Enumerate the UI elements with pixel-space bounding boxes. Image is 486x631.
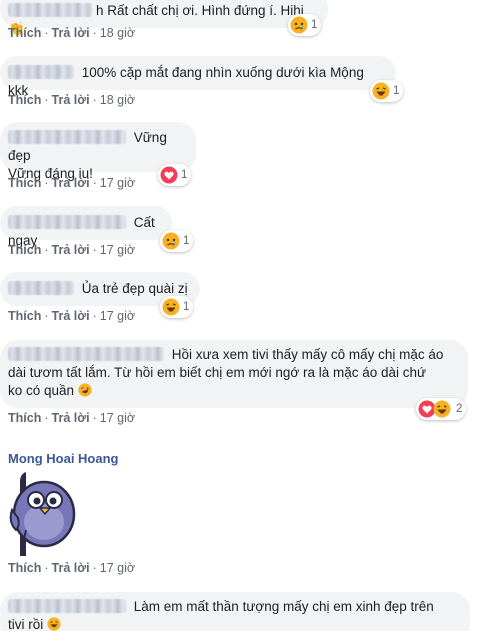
separator: · [44,561,49,575]
grin-emoji-icon [47,617,61,631]
comment-text-line3: ko có quần [8,383,75,398]
separator: · [92,309,97,323]
timestamp[interactable]: 17 giờ [100,176,135,190]
comment-text-line2: dài tươm tất lắm. Từ hồi em biết chị em … [8,365,427,380]
like-link[interactable]: Thích [8,411,41,425]
separator: · [92,26,97,40]
timestamp[interactable]: 18 giờ [100,93,135,107]
rofl-emoji-icon [78,383,92,397]
timestamp[interactable]: 17 giờ [100,309,135,323]
reaction-badge[interactable]: 2 [416,398,467,420]
comment-text-line1: Hồi xưa xem tivi thấy mấy cô mấy chị mặc… [171,347,444,362]
commenter-name[interactable]: Mong Hoai Hoang [8,451,119,466]
reaction-badge[interactable]: 1 [370,80,404,102]
comment-actions: Thích · Trả lời · 18 giờ [8,93,135,107]
timestamp[interactable]: 18 giờ [100,26,135,40]
comment-bubble: h Rất chất chị ơi. Hình đứng í. Hihi 👏 [0,0,328,36]
peeking-bird-sticker [6,470,76,558]
haha-emoji-icon [372,82,390,100]
reaction-badge[interactable]: 1 [160,230,194,252]
comment-bubble: Hồi xưa xem tivi thấy mấy cô mấy chị mặc… [0,340,468,408]
separator: · [92,243,97,257]
commenter-name-blurred[interactable] [8,599,126,613]
reply-link[interactable]: Trả lời [52,309,90,323]
separator: · [92,93,97,107]
reaction-count: 1 [183,235,190,247]
reply-link[interactable]: Trả lời [52,176,90,190]
love-emoji-icon [160,166,178,184]
comment-actions: Thích · Trả lời · 17 giờ [8,411,135,425]
reaction-badge[interactable]: 1 [288,14,322,36]
like-link[interactable]: Thích [8,26,41,40]
commenter-name-blurred[interactable] [8,3,92,17]
reply-link[interactable]: Trả lời [52,411,90,425]
like-link[interactable]: Thích [8,93,41,107]
commenter-name-tail[interactable]: h [96,3,104,18]
comment-actions: Thích · Trả lời · 18 giờ [8,26,135,40]
like-link[interactable]: Thích [8,309,41,323]
comment-bubble: Làm em mất thần tượng mấy chị em xinh đẹ… [0,592,470,631]
reply-link[interactable]: Trả lời [52,561,90,575]
reaction-count: 1 [183,301,190,313]
separator: · [44,93,49,107]
commenter-name-blurred[interactable] [8,65,74,79]
reaction-badge[interactable]: 1 [160,296,194,318]
like-link[interactable]: Thích [8,243,41,257]
like-link[interactable]: Thích [8,561,41,575]
reaction-count: 1 [311,19,318,31]
like-link[interactable]: Thích [8,176,41,190]
separator: · [92,411,97,425]
haha-emoji-icon [433,400,451,418]
reply-link[interactable]: Trả lời [52,26,90,40]
comment-text: Rất chất chị ơi. Hình đứng í. Hihi [107,3,304,18]
timestamp[interactable]: 17 giờ [100,243,135,257]
reply-link[interactable]: Trả lời [52,243,90,257]
reaction-count: 2 [456,403,463,415]
commenter-name-blurred[interactable] [8,215,126,229]
separator: · [44,176,49,190]
comment-actions: Thích · Trả lời · 17 giờ [8,176,135,190]
comment-actions: Thích · Trả lời · 17 giờ [8,243,135,257]
haha-emoji-icon [162,298,180,316]
comment-text-line1: Làm em mất thần tượng mấy chị em xinh đẹ… [133,599,434,614]
separator: · [44,309,49,323]
commenter-name-blurred[interactable] [8,130,126,144]
reaction-count: 1 [393,85,400,97]
comment-actions: Thích · Trả lời · 17 giờ [8,561,135,575]
separator: · [44,243,49,257]
separator: · [44,411,49,425]
separator: · [92,176,97,190]
reaction-count: 1 [181,169,188,181]
separator: · [92,561,97,575]
timestamp[interactable]: 17 giờ [100,411,135,425]
commenter-name-blurred[interactable] [8,347,164,361]
separator: · [44,26,49,40]
comment-text: Ủa trẻ đẹp quài zị [81,281,188,296]
comment-bubble: 100% cặp mắt đang nhìn xuống dưới kìa Mộ… [0,56,396,98]
reaction-badge[interactable]: 1 [158,164,192,186]
comment-text-line2: tivi rồi [8,617,44,631]
timestamp[interactable]: 17 giờ [100,561,135,575]
sad-emoji-icon [290,16,308,34]
commenter-name-blurred[interactable] [8,281,74,295]
comment-bubble: Cất ngay [0,206,172,248]
sad-emoji-icon [162,232,180,250]
reply-link[interactable]: Trả lời [52,93,90,107]
comment-actions: Thích · Trả lời · 17 giờ [8,309,135,323]
